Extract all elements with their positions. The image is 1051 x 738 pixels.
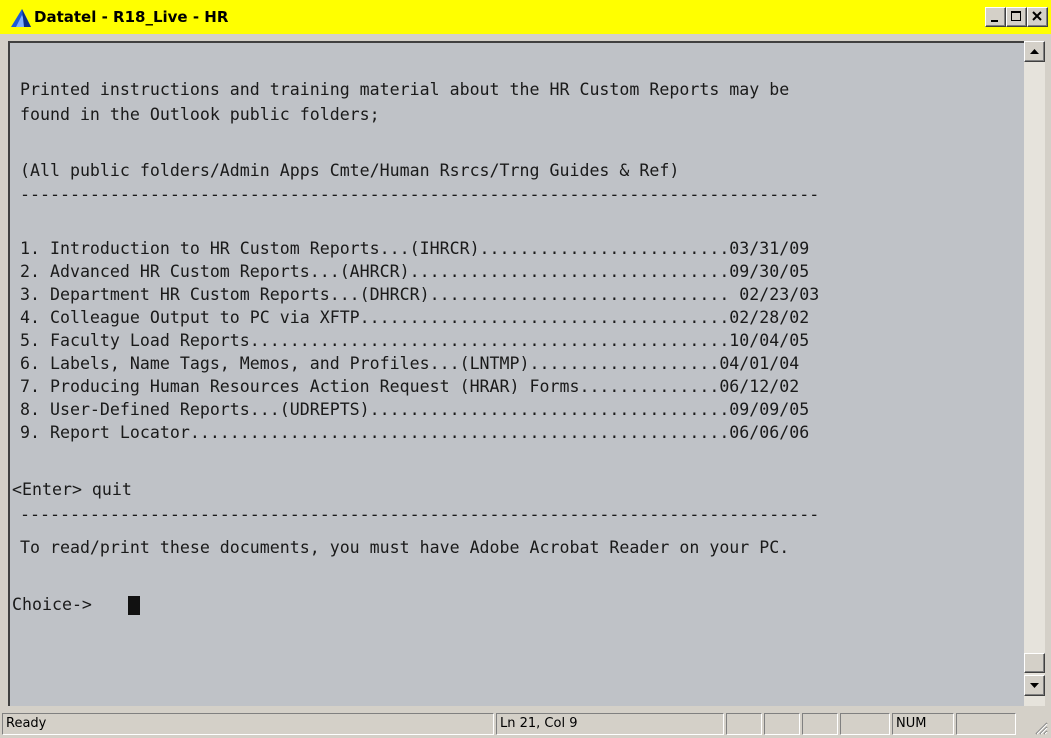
status-pane-empty [764, 713, 800, 735]
num-lock-indicator: NUM [892, 713, 954, 735]
datatel-app-icon [11, 9, 31, 27]
menu-item: 6. Labels, Name Tags, Memos, and Profile… [20, 354, 800, 373]
intro-text-line-1: Printed instructions and training materi… [20, 80, 790, 99]
maximize-button[interactable] [1006, 7, 1027, 27]
status-bar: Ready Ln 21, Col 9 NUM [0, 706, 1051, 738]
status-pane-empty [840, 713, 890, 735]
menu-item: 2. Advanced HR Custom Reports...(AHRCR).… [20, 262, 810, 281]
minimize-icon [991, 20, 998, 22]
separator-line: ----------------------------------------… [20, 505, 820, 524]
menu-item: 9. Report Locator.......................… [20, 423, 810, 442]
acrobat-note: To read/print these documents, you must … [20, 538, 790, 557]
choice-prompt[interactable]: Choice-> [12, 594, 102, 616]
scroll-down-button[interactable] [1024, 675, 1045, 696]
menu-item: 1. Introduction to HR Custom Reports...(… [20, 239, 810, 258]
arrow-up-icon [1030, 49, 1039, 54]
menu-item: 5. Faculty Load Reports.................… [20, 331, 810, 350]
menu-item: 8. User-Defined Reports...(UDREPTS).....… [20, 400, 810, 419]
separator-line: ----------------------------------------… [20, 185, 820, 204]
menu-item: 7. Producing Human Resources Action Requ… [20, 377, 800, 396]
text-cursor [128, 596, 140, 615]
menu-item: 4. Colleague Output to PC via XFTP......… [20, 308, 810, 327]
status-pane-empty [802, 713, 838, 735]
status-pane-empty [956, 713, 1016, 735]
close-icon [1032, 11, 1042, 21]
vertical-scrollbar[interactable] [1024, 41, 1045, 706]
status-text: Ready [2, 713, 494, 735]
public-folder-path: (All public folders/Admin Apps Cmte/Huma… [20, 161, 680, 180]
status-pane-empty [726, 713, 762, 735]
menu-item: 3. Department HR Custom Reports...(DHRCR… [20, 285, 820, 304]
title-bar[interactable]: Datatel - R18_Live - HR [0, 0, 1051, 34]
enter-quit-hint: <Enter> quit [12, 480, 132, 499]
maximize-icon [1011, 11, 1021, 21]
close-button[interactable] [1027, 7, 1048, 27]
cursor-position: Ln 21, Col 9 [496, 713, 724, 735]
arrow-down-icon [1030, 683, 1039, 688]
intro-text-line-2: found in the Outlook public folders; [20, 105, 380, 124]
terminal-window: Datatel - R18_Live - HR Printed instruct… [0, 0, 1051, 738]
window-title: Datatel - R18_Live - HR [34, 8, 229, 26]
scroll-thumb[interactable] [1024, 653, 1045, 673]
minimize-button[interactable] [985, 7, 1006, 27]
scroll-up-button[interactable] [1024, 41, 1045, 62]
resize-grip-icon[interactable] [1032, 719, 1048, 735]
